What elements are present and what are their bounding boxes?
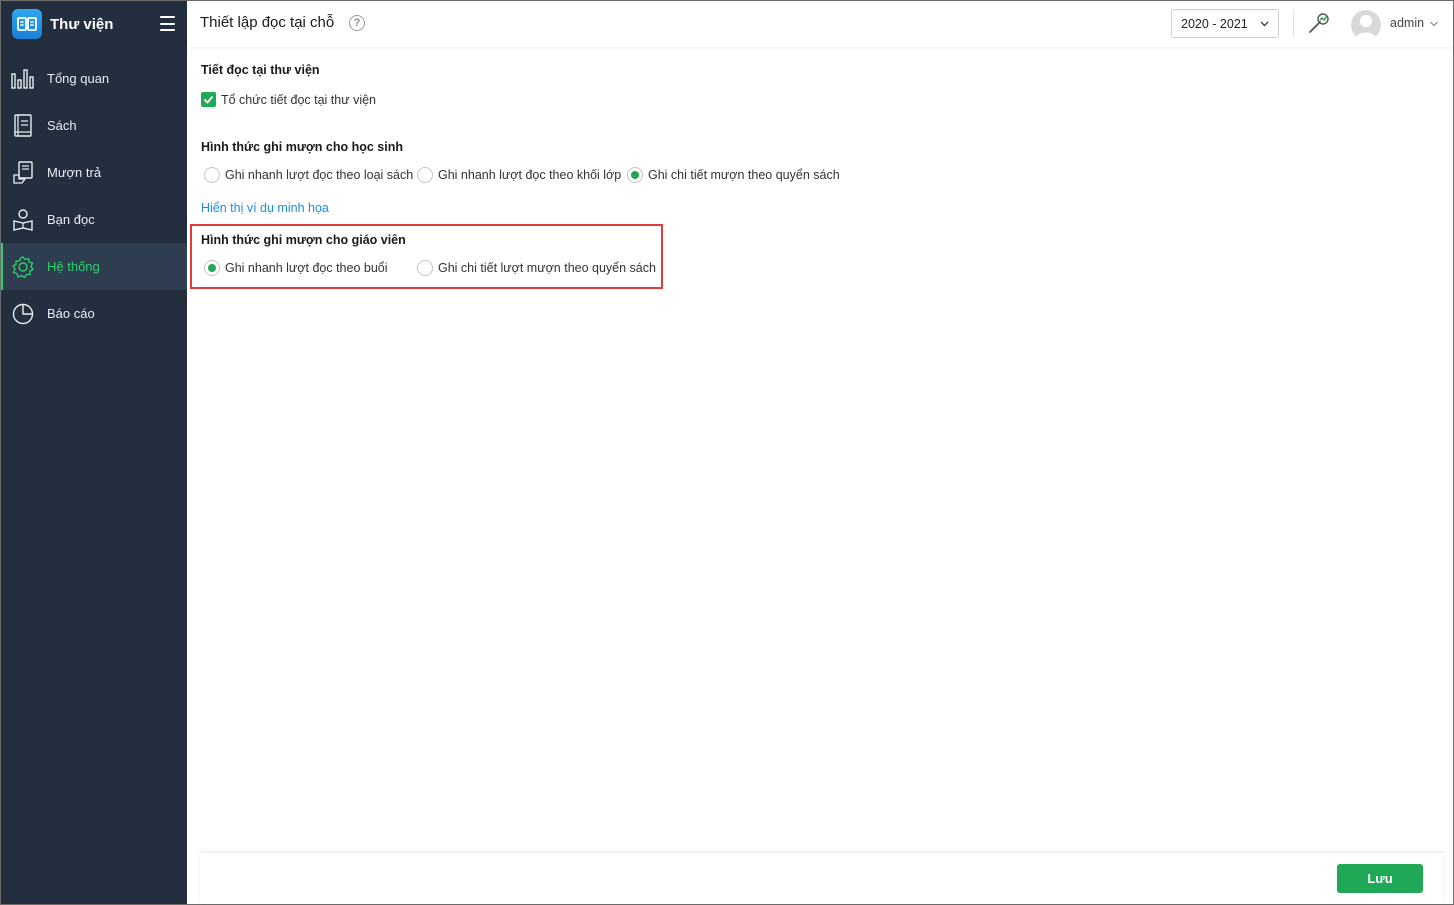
- footer-action-bar: Lưu: [200, 852, 1443, 904]
- borrow-return-icon: [11, 160, 35, 185]
- student-option-by-grade[interactable]: Ghi nhanh lượt đọc theo khối lớp: [417, 167, 621, 183]
- help-icon[interactable]: ?: [349, 15, 365, 31]
- radio-button: [417, 260, 433, 276]
- sidebar-item-label: Báo cáo: [47, 306, 95, 321]
- teacher-borrow-title: Hình thức ghi mượn cho giáo viên: [201, 233, 406, 247]
- reading-period-title: Tiết đọc tại thư viện: [201, 63, 320, 77]
- radio-label: Ghi nhanh lượt đọc theo loại sách: [225, 168, 414, 182]
- pie-chart-icon: [11, 302, 35, 326]
- radio-button: [417, 167, 433, 183]
- bar-chart-icon: [11, 67, 35, 91]
- avatar[interactable]: [1351, 10, 1381, 40]
- sidebar-item-label: Hệ thống: [47, 259, 100, 274]
- show-example-link[interactable]: Hiển thị ví dụ minh họa: [201, 201, 329, 215]
- brand: Thư viện: [1, 1, 187, 47]
- sidebar-item-overview[interactable]: Tổng quan: [1, 55, 187, 102]
- sidebar: Thư viện Tổng quan Sách Mượn trả Bạn đọc…: [1, 1, 187, 904]
- page-title: Thiết lập đọc tại chỗ: [200, 14, 335, 31]
- chevron-down-icon: [1259, 18, 1270, 32]
- username[interactable]: admin: [1390, 16, 1424, 30]
- radio-button-selected: [627, 167, 643, 183]
- checkbox-checked-icon: [201, 92, 216, 107]
- sidebar-item-books[interactable]: Sách: [1, 102, 187, 149]
- radio-label: Ghi chi tiết mượn theo quyển sách: [648, 168, 840, 182]
- library-logo-icon: [12, 9, 42, 39]
- school-year-value: 2020 - 2021: [1181, 16, 1248, 31]
- reader-icon: [11, 208, 35, 232]
- gear-icon: [11, 255, 35, 279]
- sidebar-item-reports[interactable]: Báo cáo: [1, 290, 187, 337]
- school-year-select[interactable]: 2020 - 2021: [1171, 9, 1279, 38]
- menu-toggle-icon[interactable]: [160, 16, 175, 31]
- checkbox-label: Tổ chức tiết đọc tại thư viện: [221, 92, 376, 107]
- sidebar-item-system[interactable]: Hệ thống: [1, 243, 187, 290]
- radio-label: Ghi nhanh lượt đọc theo buổi: [225, 261, 388, 275]
- radio-button-selected: [204, 260, 220, 276]
- student-option-detailed-by-book[interactable]: Ghi chi tiết mượn theo quyển sách: [627, 167, 840, 183]
- sidebar-item-label: Mượn trả: [47, 165, 102, 180]
- sidebar-item-readers[interactable]: Bạn đọc: [1, 196, 187, 243]
- user-chevron-down-icon[interactable]: [1429, 18, 1439, 32]
- save-button[interactable]: Lưu: [1337, 864, 1423, 893]
- wand-tool-icon[interactable]: [1307, 11, 1331, 35]
- organize-reading-period-checkbox[interactable]: Tổ chức tiết đọc tại thư viện: [201, 92, 376, 107]
- top-header: Thiết lập đọc tại chỗ ? 2020 - 2021 admi…: [187, 1, 1453, 47]
- sidebar-item-label: Tổng quan: [47, 71, 110, 86]
- sidebar-item-label: Sách: [47, 118, 77, 133]
- sidebar-item-label: Bạn đọc: [47, 212, 95, 227]
- teacher-option-detailed-by-book[interactable]: Ghi chi tiết lượt mượn theo quyển sách: [417, 260, 656, 276]
- radio-button: [204, 167, 220, 183]
- student-borrow-title: Hình thức ghi mượn cho học sinh: [201, 140, 403, 154]
- book-icon: [11, 113, 35, 138]
- radio-label: Ghi chi tiết lượt mượn theo quyển sách: [438, 261, 656, 275]
- settings-content: Tiết đọc tại thư viện Tổ chức tiết đọc t…: [187, 47, 1453, 904]
- header-divider: [1293, 10, 1294, 37]
- student-option-by-book-type[interactable]: Ghi nhanh lượt đọc theo loại sách: [204, 167, 413, 183]
- sidebar-item-borrow-return[interactable]: Mượn trả: [1, 149, 187, 196]
- app-title: Thư viện: [50, 15, 114, 33]
- teacher-option-by-session[interactable]: Ghi nhanh lượt đọc theo buổi: [204, 260, 388, 276]
- radio-label: Ghi nhanh lượt đọc theo khối lớp: [438, 168, 622, 182]
